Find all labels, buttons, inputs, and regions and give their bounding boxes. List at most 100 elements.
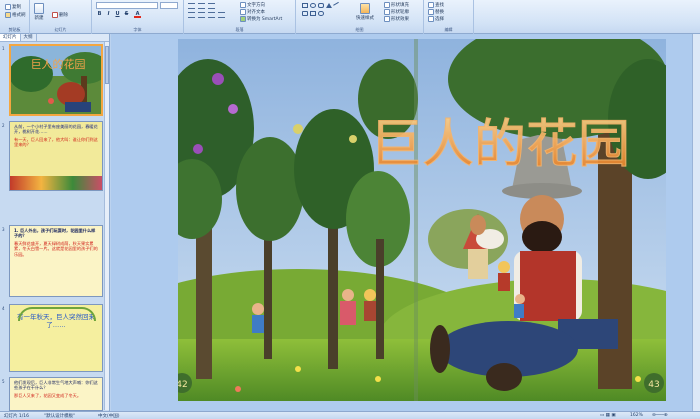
editing-group: 查找 替换 选择 编辑 — [424, 0, 474, 34]
replace-icon — [428, 9, 434, 15]
callout-shape-icon[interactable] — [318, 11, 324, 16]
rounded-rect-shape-icon[interactable] — [318, 3, 324, 8]
cursor-icon — [428, 16, 434, 22]
slide-thumbnail-4[interactable]: 有一年秋天，巨人突然回来了…… — [9, 304, 103, 372]
slide-number: 2 — [2, 123, 5, 128]
clipboard-group-label: 剪贴板 — [8, 27, 21, 32]
slide-1-preview: 巨人的花园 — [11, 46, 101, 114]
oval-shape-icon[interactable] — [310, 3, 316, 8]
quick-styles-icon — [360, 3, 370, 14]
slide-title: 巨人的花园 — [370, 115, 630, 175]
slide-number: 3 — [2, 227, 5, 232]
slide-5-text-a: 他们发现后，巨人非常生气地大声喊：你们这些孩子在干什么？ — [14, 380, 98, 391]
triangle-shape-icon[interactable] — [326, 3, 332, 8]
star-shape-icon[interactable] — [310, 11, 316, 16]
slide-2-picture-strip — [10, 176, 102, 190]
quick-styles-button[interactable]: 快速样式 — [356, 3, 374, 21]
font-group: B I U S A 字体 — [92, 0, 184, 34]
decrease-indent-button[interactable] — [208, 3, 215, 9]
paragraph-group-label: 段落 — [235, 27, 244, 32]
clipboard-group: 复制 格式刷 剪贴板 — [0, 0, 30, 34]
paragraph-group: 文字方向 对齐文本 转换为 SmartArt 段落 — [184, 0, 296, 34]
delete-slide-button[interactable]: 删除 — [52, 12, 68, 18]
language-status: 中文(中国) — [98, 414, 120, 419]
bold-button[interactable]: B — [96, 11, 103, 18]
pane-scrollbar-thumb[interactable] — [105, 46, 109, 84]
status-bar: 幻灯片 1/16 "默认设计模板" 中文(中国) ▭ ▦ ▣ 162% ⊖───… — [0, 411, 700, 419]
shape-fill-button[interactable]: 形状填充 — [384, 2, 409, 8]
font-group-label: 字体 — [133, 27, 142, 32]
slide-2-text-a: 从前，一个小村子里有座美丽的花园，春暖花开，桃树开花…… — [14, 124, 98, 135]
slide-1-title: 巨人的花园 — [31, 57, 86, 71]
select-button[interactable]: 选择 — [428, 16, 444, 22]
arrow-shape-icon[interactable] — [302, 11, 308, 16]
rectangle-shape-icon[interactable] — [302, 3, 308, 8]
shape-effects-button[interactable]: 形状效果 — [384, 16, 409, 22]
bullets-button[interactable] — [188, 3, 195, 9]
smartart-button[interactable]: 转换为 SmartArt — [240, 16, 282, 22]
align-right-button[interactable] — [208, 12, 215, 18]
find-button[interactable]: 查找 — [428, 2, 444, 8]
font-color-button[interactable]: A — [134, 11, 141, 18]
slides-pane: 幻灯片 大纲 1 巨人的花园 2 从前，一个小村子里有座美丽的花园，春暖花开，桃… — [0, 34, 110, 411]
justify-button[interactable] — [218, 12, 225, 18]
font-size-input[interactable] — [160, 2, 178, 9]
view-buttons[interactable]: ▭ ▦ ▣ — [600, 413, 616, 418]
drawing-group-label: 绘图 — [355, 27, 364, 32]
new-slide-icon — [34, 3, 44, 14]
line-shape-icon[interactable] — [333, 1, 341, 10]
slide-2-text-b: 有一天，巨人回来了，他大叫：谁让你们到这里来的？ — [14, 136, 98, 148]
align-text-button[interactable]: 对齐文本 — [240, 9, 265, 15]
delete-icon — [52, 12, 58, 18]
ribbon: 复制 格式刷 剪贴板 新建 删除 幻灯片 B I U S A 字体 文字方向 对… — [0, 0, 700, 34]
zoom-slider[interactable]: ⊖───⊕ — [652, 413, 668, 418]
shape-outline-button[interactable]: 形状轮廓 — [384, 9, 409, 15]
strikethrough-button[interactable]: S — [123, 11, 130, 18]
outline-pen-icon — [384, 9, 390, 15]
garden-illustration: 巨人的花园 42 43 — [178, 39, 666, 401]
align-text-icon — [240, 9, 246, 15]
pane-tabs: 幻灯片 大纲 — [0, 34, 109, 42]
binoculars-icon — [428, 2, 434, 8]
current-slide[interactable]: 巨人的花园 42 43 — [178, 39, 666, 401]
effects-icon — [384, 16, 390, 22]
slide-thumbnail-1[interactable]: 巨人的花园 — [9, 44, 103, 116]
smartart-icon — [240, 16, 246, 22]
slide-number: 5 — [2, 379, 5, 384]
numbering-button[interactable] — [198, 3, 205, 9]
slide-thumbnail-2[interactable]: 从前，一个小村子里有座美丽的花园，春暖花开，桃树开花…… 有一天，巨人回来了，他… — [9, 121, 103, 191]
tab-outline[interactable]: 大纲 — [21, 34, 37, 41]
slides-group-label: 幻灯片 — [54, 27, 67, 32]
replace-button[interactable]: 替换 — [428, 9, 444, 15]
underline-button[interactable]: U — [114, 11, 121, 18]
page-number-right: 43 — [648, 380, 659, 390]
slide-4-arch-decor — [18, 307, 96, 321]
copy-button[interactable]: 复制 — [5, 4, 21, 10]
new-slide-button[interactable]: 新建 — [34, 3, 44, 21]
copy-icon — [5, 4, 11, 10]
align-left-button[interactable] — [188, 12, 195, 18]
italic-button[interactable]: I — [105, 11, 112, 18]
text-direction-icon — [240, 2, 246, 8]
align-center-button[interactable] — [198, 12, 205, 18]
tab-slides[interactable]: 幻灯片 — [0, 34, 21, 41]
slide-counter: 幻灯片 1/16 — [4, 414, 30, 419]
zoom-level: 162% — [630, 413, 643, 418]
drawing-group: 快速样式 形状填充 形状轮廓 形状效果 绘图 — [296, 0, 424, 34]
format-painter-button[interactable]: 格式刷 — [5, 12, 26, 18]
page-number-left: 42 — [178, 380, 188, 390]
editing-group-label: 编辑 — [444, 27, 453, 32]
brush-icon — [5, 12, 11, 18]
slide-thumbnail-5[interactable]: 他们发现后，巨人非常生气地大声喊：你们这些孩子在干什么？ 那巨人又来了，花园又变… — [9, 377, 103, 411]
canvas-vertical-scrollbar[interactable] — [692, 34, 700, 411]
slides-group: 新建 删除 幻灯片 — [30, 0, 92, 34]
theme-name: "默认设计模板" — [44, 414, 76, 419]
text-direction-button[interactable]: 文字方向 — [240, 2, 265, 8]
slide-number: 1 — [2, 46, 5, 51]
slide-5-text-b: 那巨人又来了，花园又变成了冬天。 — [14, 392, 82, 398]
slide-3-title: 1. 巨人外出，孩子们玩耍时，花园里什么样子的？ — [14, 228, 96, 239]
pane-scrollbar[interactable] — [104, 42, 109, 410]
slide-editing-area: 巨人的花园 42 43 — [111, 34, 700, 411]
slide-thumbnail-3[interactable]: 1. 巨人外出，孩子们玩耍时，花园里什么样子的？ 春天鲜花盛开，夏天绿树成荫，秋… — [9, 225, 103, 297]
font-name-input[interactable] — [96, 2, 158, 9]
